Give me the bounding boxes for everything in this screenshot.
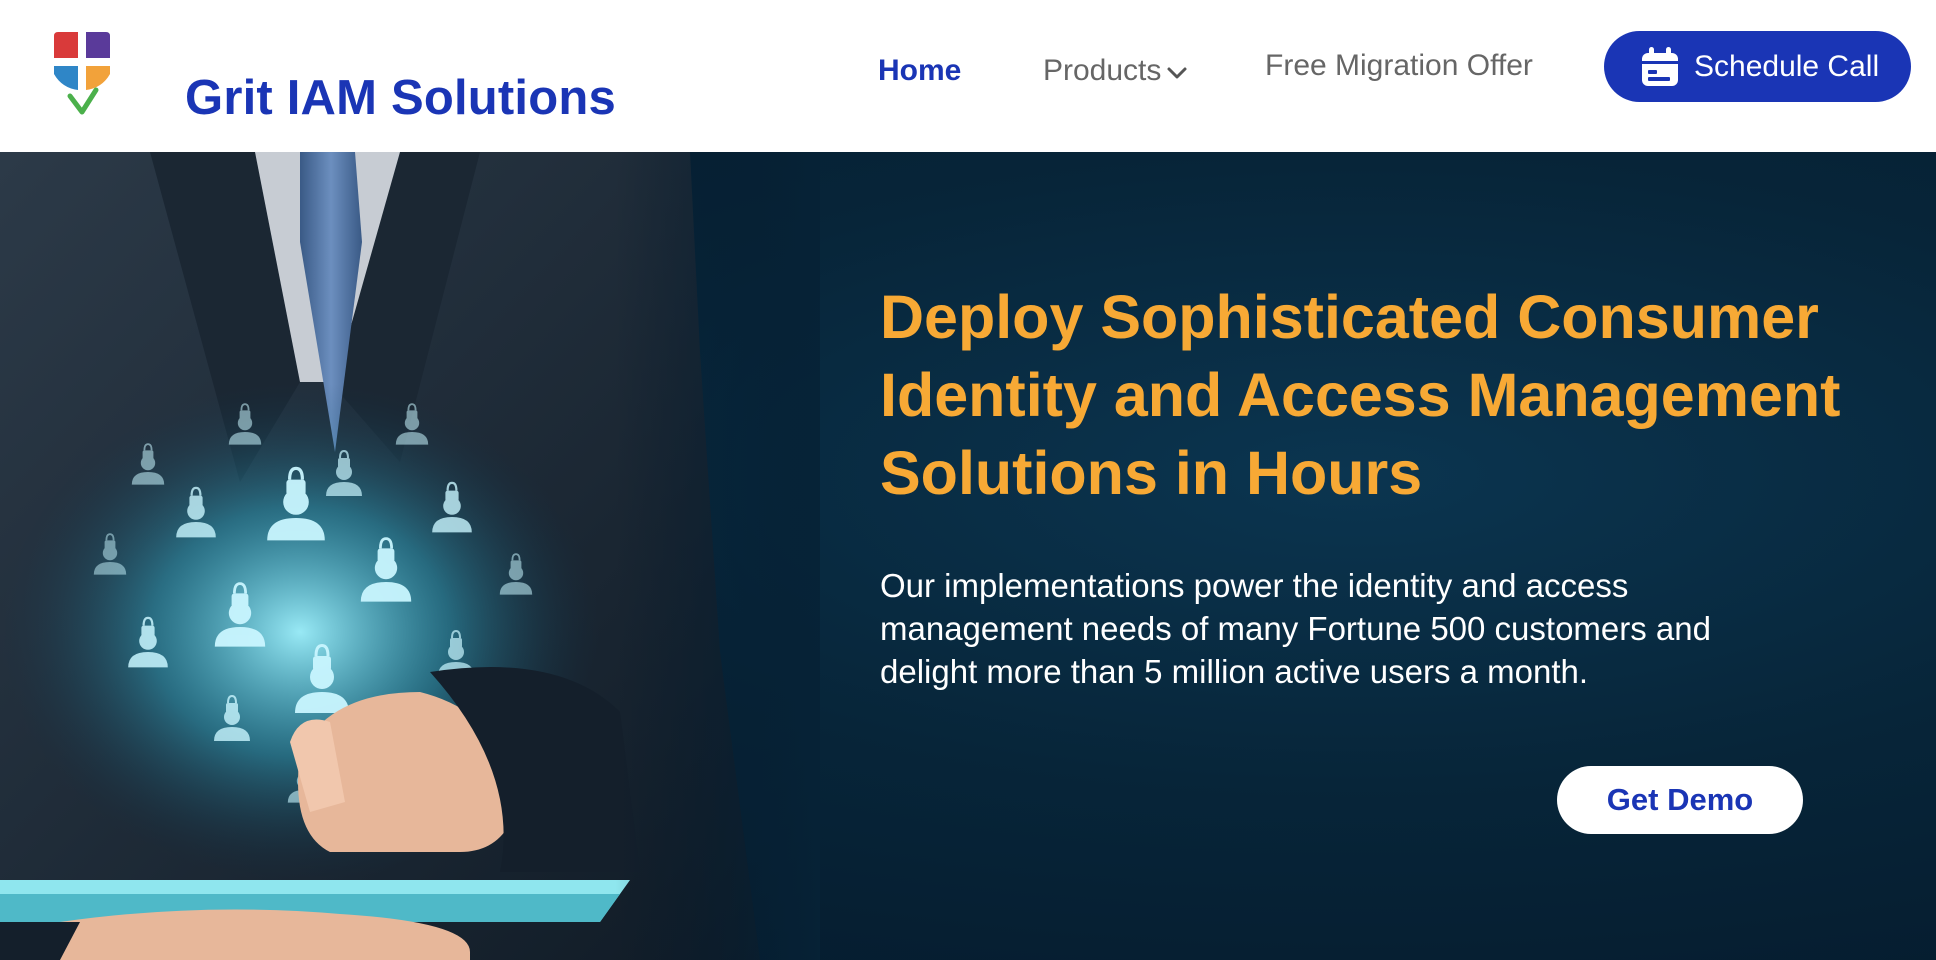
chevron-down-icon xyxy=(1167,67,1187,79)
calendar-icon xyxy=(1642,46,1678,86)
hero-section: Deploy Sophisticated Consumer Identity a… xyxy=(0,152,1936,960)
brand[interactable]: Grit IAM Solutions xyxy=(48,28,616,125)
hero-title-line: Solutions in Hours xyxy=(880,439,1423,507)
nav-products-label: Products xyxy=(1043,54,1162,87)
hero-description-line: delight more than 5 million active users… xyxy=(880,653,1589,690)
schedule-call-button[interactable]: Schedule Call xyxy=(1604,31,1911,102)
hero-description: Our implementations power the identity a… xyxy=(880,564,1860,693)
nav-products-menu[interactable]: Products xyxy=(1043,54,1188,88)
brand-name: Grit IAM Solutions xyxy=(185,71,616,125)
site-header: Grit IAM Solutions Home Products Free Mi… xyxy=(0,0,1936,152)
schedule-call-label: Schedule Call xyxy=(1694,49,1880,83)
get-demo-button[interactable]: Get Demo xyxy=(1557,766,1803,834)
nav-home-link[interactable]: Home xyxy=(878,54,961,88)
hero-title: Deploy Sophisticated Consumer Identity a… xyxy=(880,278,1900,512)
hero-title-line: Identity and Access Management xyxy=(880,361,1841,429)
hero-title-line: Deploy Sophisticated Consumer xyxy=(880,283,1819,351)
hero-description-line: Our implementations power the identity a… xyxy=(880,567,1629,604)
nav-free-migration-link[interactable]: Free Migration Offer xyxy=(1265,49,1533,83)
hero-description-line: management needs of many Fortune 500 cus… xyxy=(880,610,1711,647)
hero-image xyxy=(0,152,820,960)
grit-logo-icon xyxy=(52,30,112,115)
